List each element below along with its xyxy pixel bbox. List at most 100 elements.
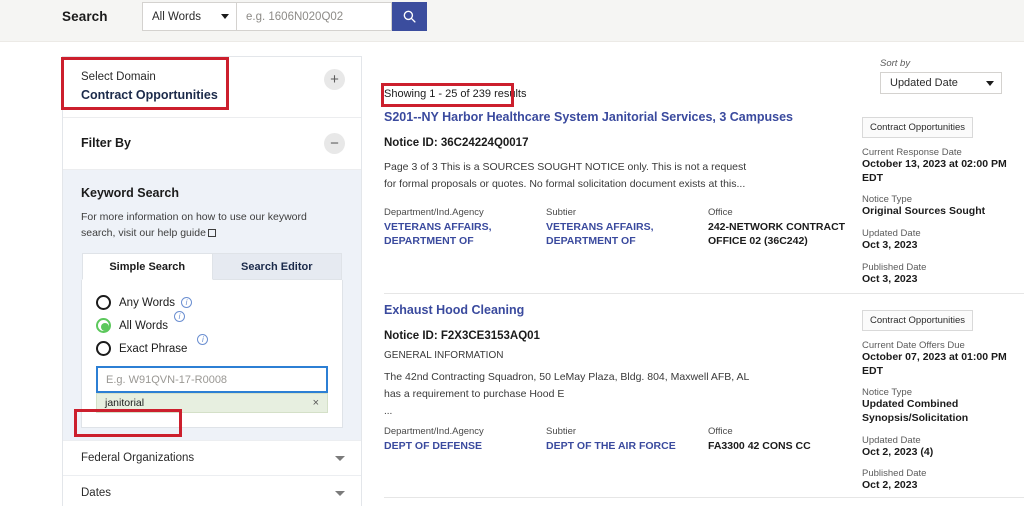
meta-label-updated-date: Updated Date <box>862 434 921 446</box>
top-search-bar: Search All Words <box>0 0 1024 42</box>
chevron-down-icon <box>335 455 345 461</box>
filter-by-title: Filter By <box>81 136 132 151</box>
meta-value-updated-date[interactable]: Oct 2, 2023 (4) <box>862 446 1024 460</box>
info-icon-exact-phrase[interactable]: i <box>197 334 209 346</box>
chevron-down-icon <box>335 490 345 496</box>
search-input-wrap <box>237 2 392 31</box>
org-label-department: Department/Ind.Agency <box>384 426 484 437</box>
search-group: All Words <box>142 2 427 31</box>
search-input[interactable] <box>246 10 391 23</box>
search-label: Search <box>62 9 108 24</box>
sort-by-select[interactable]: Updated Date <box>880 72 1002 94</box>
org-value-department[interactable]: DEPT OF DEFENSE <box>384 439 546 453</box>
filter-row-federal-organizations[interactable]: Federal Organizations <box>63 440 361 476</box>
org-col-subtier: Subtier DEPT OF THE AIR FORCE <box>546 426 708 453</box>
org-value-office: 242-NETWORK CONTRACT OFFICE 02 (36C242) <box>708 221 846 248</box>
status-badge: Contract Opportunities <box>862 310 974 331</box>
meta-label-published-date: Published Date <box>862 468 927 480</box>
close-icon[interactable]: × <box>313 397 319 409</box>
meta-value-offers-due: October 07, 2023 at 01:00 PM EDT <box>862 351 1007 377</box>
filter-row-dates[interactable]: Dates <box>63 475 361 506</box>
simple-search-body: Any Words i All Words i Exact Phrase i E… <box>81 280 343 429</box>
filter-by-panel[interactable]: Filter By − <box>63 117 361 170</box>
org-label-office: Office <box>708 426 733 437</box>
external-link-icon[interactable] <box>207 229 216 238</box>
result-description: The 42nd Contracting Squadron, 50 LeMay … <box>384 371 749 400</box>
chevron-down-icon <box>221 14 229 19</box>
keyword-input-box <box>96 366 328 394</box>
select-domain-label: Select Domain <box>81 71 156 83</box>
tab-simple-search[interactable]: Simple Search <box>82 253 213 281</box>
org-col-department: Department/Ind.Agency DEPT OF DEFENSE <box>384 426 546 453</box>
select-domain-value: Contract Opportunities <box>81 87 218 102</box>
org-col-department: Department/Ind.Agency VETERANS AFFAIRS, … <box>384 207 546 249</box>
meta-label-notice-type: Notice Type <box>862 194 912 206</box>
radio-all-words[interactable] <box>96 318 111 334</box>
page-root: Search All Words Select Domain Contract … <box>0 0 1024 506</box>
radio-any-words[interactable] <box>96 295 111 311</box>
keyword-help-text: For more information on how to use our k… <box>81 209 343 242</box>
result-divider <box>384 497 1024 498</box>
keyword-search-section: Keyword Search For more information on h… <box>63 170 361 429</box>
sort-by-value: Updated Date <box>890 77 958 89</box>
org-label-office: Office <box>708 207 733 218</box>
showing-results-count: Showing 1 - 25 of 239 results <box>384 88 527 100</box>
minus-icon[interactable]: − <box>324 132 345 154</box>
radio-label-all-words: All Words <box>119 319 168 332</box>
filter-label-federal-organizations: Federal Organizations <box>81 452 195 465</box>
org-label-department: Department/Ind.Agency <box>384 207 484 218</box>
info-icon-any-words[interactable]: i <box>181 297 193 309</box>
meta-value-published-date: Oct 2, 2023 <box>862 479 918 492</box>
keyword-help-sentence: For more information on how to use our k… <box>81 210 307 240</box>
select-domain-panel[interactable]: Select Domain Contract Opportunities + <box>63 57 361 118</box>
org-value-subtier[interactable]: DEPT OF THE AIR FORCE <box>546 439 708 453</box>
words-mode-select[interactable]: All Words <box>142 2 237 31</box>
meta-value-notice-type: Original Sources Sought <box>862 205 986 218</box>
radio-label-exact-phrase: Exact Phrase <box>119 342 188 355</box>
result-divider <box>384 293 1024 294</box>
status-badge: Contract Opportunities <box>862 117 974 138</box>
info-icon-all-words[interactable]: i <box>174 311 185 323</box>
meta-value-notice-type: Updated Combined Synopsis/Solicitation <box>862 398 969 424</box>
org-col-subtier: Subtier VETERANS AFFAIRS, DEPARTMENT OF <box>546 207 708 249</box>
org-value-subtier[interactable]: VETERANS AFFAIRS, DEPARTMENT OF <box>546 220 708 249</box>
radio-exact-phrase[interactable] <box>96 341 111 357</box>
keyword-input[interactable] <box>106 373 318 386</box>
org-label-subtier: Subtier <box>546 426 577 437</box>
org-col-office: Office 242-NETWORK CONTRACT OFFICE 02 (3… <box>708 207 858 249</box>
result-meta-2: Contract Opportunities Current Date Offe… <box>862 310 1024 493</box>
radio-row-any-words[interactable]: Any Words i <box>96 295 328 311</box>
search-mode-tabs: Simple Search Search Editor <box>81 253 343 281</box>
org-value-department[interactable]: VETERANS AFFAIRS, DEPARTMENT OF <box>384 220 546 249</box>
filters-sidebar: Select Domain Contract Opportunities + F… <box>62 56 362 506</box>
meta-label-offers-due: Current Date Offers Due <box>862 340 965 351</box>
keyword-chip-label: janitorial <box>105 397 145 410</box>
search-icon <box>403 10 416 23</box>
keyword-chip-janitorial[interactable]: janitorial × <box>96 393 328 414</box>
meta-value-updated-date: Oct 3, 2023 <box>862 238 918 251</box>
tab-search-editor[interactable]: Search Editor <box>212 253 342 281</box>
radio-row-all-words[interactable]: All Words i <box>96 311 328 334</box>
radio-label-any-words: Any Words <box>119 296 176 309</box>
meta-label-response-date: Current Response Date <box>862 147 962 158</box>
meta-value-response-date: October 13, 2023 at 02:00 PM EDT <box>862 158 1007 184</box>
sort-by-label: Sort by <box>880 58 911 69</box>
org-col-office: Office FA3300 42 CONS CC <box>708 426 858 453</box>
result-description: Page 3 of 3 This is a SOURCES SOUGHT NOT… <box>384 161 747 190</box>
result-meta-1: Contract Opportunities Current Response … <box>862 117 1024 286</box>
sort-by-control: Sort by Updated Date <box>880 58 1002 94</box>
meta-label-notice-type: Notice Type <box>862 387 912 399</box>
radio-row-exact-phrase[interactable]: Exact Phrase i <box>96 334 328 357</box>
meta-label-published-date: Published Date <box>862 261 927 273</box>
keyword-search-title: Keyword Search <box>81 185 179 200</box>
words-mode-value: All Words <box>152 10 201 23</box>
filter-label-dates: Dates <box>81 487 112 500</box>
meta-value-published-date: Oct 3, 2023 <box>862 272 918 285</box>
org-label-subtier: Subtier <box>546 207 577 218</box>
plus-icon[interactable]: + <box>324 69 345 90</box>
caret-down-icon <box>986 80 994 86</box>
meta-label-updated-date: Updated Date <box>862 227 921 239</box>
filter-groups: Federal Organizations Dates Notice Type <box>63 440 361 506</box>
search-submit-button[interactable] <box>392 2 427 31</box>
org-value-office: FA3300 42 CONS CC <box>708 440 811 452</box>
